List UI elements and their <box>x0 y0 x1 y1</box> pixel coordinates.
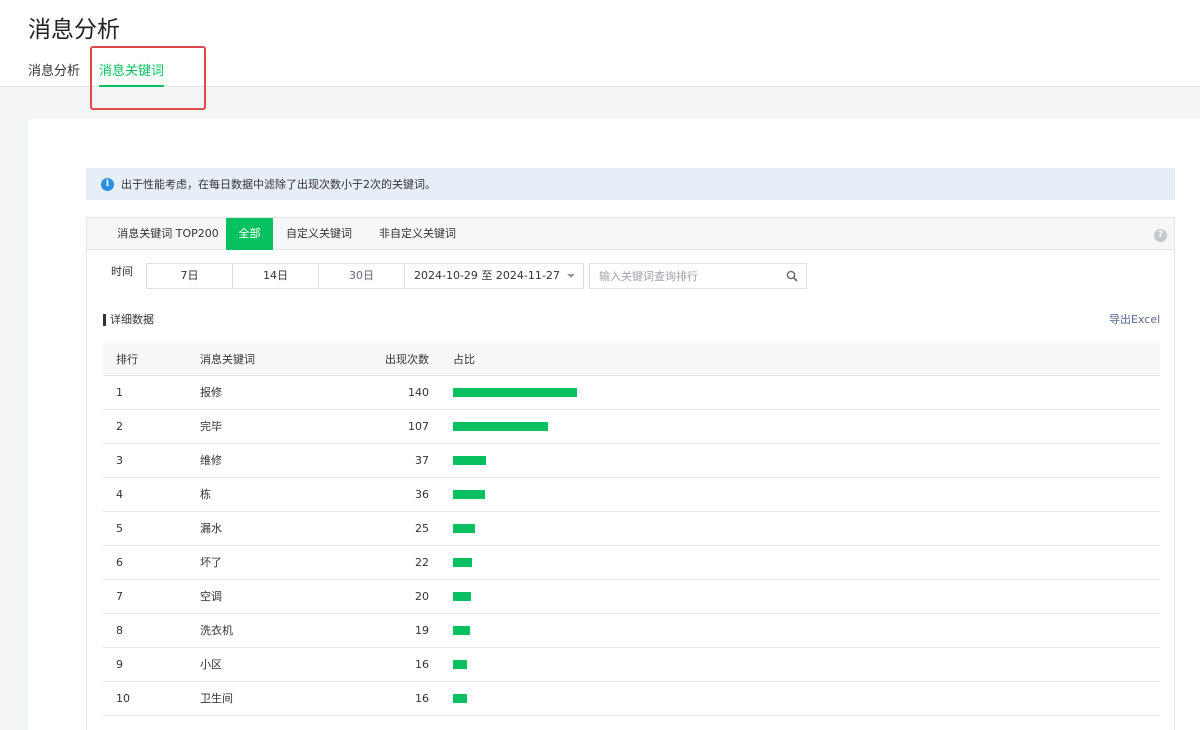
row-keyword: 卫生间 <box>200 692 233 705</box>
ratio-bar <box>453 626 470 635</box>
row-rank: 4 <box>116 488 123 501</box>
notice-text: 出于性能考虑，在每日数据中滤除了出现次数小于2次的关键词。 <box>121 178 436 191</box>
row-rank: 6 <box>116 556 123 569</box>
row-rank: 3 <box>116 454 123 467</box>
ratio-bar-track <box>453 660 633 669</box>
ratio-bar-track <box>453 694 633 703</box>
row-keyword: 坏了 <box>200 556 222 569</box>
ratio-bar-track <box>453 490 633 499</box>
row-count: 20 <box>415 590 429 603</box>
table-row: 1 报修 140 <box>103 376 1160 410</box>
row-keyword: 完毕 <box>200 420 222 433</box>
row-keyword: 空调 <box>200 590 222 603</box>
row-count: 16 <box>415 658 429 671</box>
row-rank: 8 <box>116 624 123 637</box>
ratio-bar-track <box>453 456 633 465</box>
column-header-ratio: 占比 <box>453 353 475 366</box>
search-icon[interactable] <box>786 270 798 282</box>
detail-section-title: 详细数据 <box>103 314 154 326</box>
help-icon[interactable]: ? <box>1154 229 1167 242</box>
row-count: 25 <box>415 522 429 535</box>
keyword-panel: 消息关键词 TOP200 全部 自定义关键词 非自定义关键词 ? 时间 7日 1… <box>86 217 1175 730</box>
row-count: 22 <box>415 556 429 569</box>
row-count: 36 <box>415 488 429 501</box>
row-keyword: 小区 <box>200 658 222 671</box>
row-count: 107 <box>408 420 429 433</box>
range-7d-button[interactable]: 7日 <box>147 264 233 288</box>
page-header: 消息分析 消息分析 消息关键词 <box>0 0 1200 110</box>
ratio-bar <box>453 422 548 431</box>
row-keyword: 漏水 <box>200 522 222 535</box>
column-header-keyword: 消息关键词 <box>200 353 255 366</box>
table-row: 4 栋 36 <box>103 478 1160 512</box>
ratio-bar <box>453 524 476 533</box>
row-keyword: 报修 <box>200 386 222 399</box>
table-row: 9 小区 16 <box>103 648 1160 682</box>
range-14d-button[interactable]: 14日 <box>233 264 319 288</box>
info-notice: i 出于性能考虑，在每日数据中滤除了出现次数小于2次的关键词。 <box>86 168 1175 200</box>
ratio-bar-track <box>453 558 633 567</box>
table-body: 1 报修 140 2 完毕 107 3 维修 37 4 栋 36 5 漏水 25 6 坏了 22 7 空调 20 8 洗衣机… <box>103 376 1160 716</box>
row-keyword: 栋 <box>200 488 211 501</box>
time-range-selector: 7日 14日 30日 2024-10-29 至 2024-11-27 <box>146 263 584 289</box>
table-row: 2 完毕 107 <box>103 410 1160 444</box>
row-count: 37 <box>415 454 429 467</box>
row-rank: 2 <box>116 420 123 433</box>
ratio-bar <box>453 558 473 567</box>
subtab-top200[interactable]: 消息关键词 TOP200 <box>99 218 237 250</box>
ratio-bar <box>453 694 468 703</box>
ratio-bar <box>453 490 485 499</box>
subtab-all[interactable]: 全部 <box>226 218 273 250</box>
content-card: i 出于性能考虑，在每日数据中滤除了出现次数小于2次的关键词。 消息关键词 TO… <box>28 119 1200 730</box>
row-keyword: 洗衣机 <box>200 624 233 637</box>
row-rank: 5 <box>116 522 123 535</box>
row-rank: 10 <box>116 692 130 705</box>
row-rank: 1 <box>116 386 123 399</box>
subtab-non-custom-keywords[interactable]: 非自定义关键词 <box>370 218 465 250</box>
range-30d-button[interactable]: 30日 <box>319 264 405 288</box>
table-row: 6 坏了 22 <box>103 546 1160 580</box>
ratio-bar <box>453 592 471 601</box>
ratio-bar <box>453 660 468 669</box>
ratio-bar-track <box>453 422 633 431</box>
keyword-table: 排行 消息关键词 出现次数 占比 1 报修 140 2 完毕 107 3 维修 37 4 栋 36 5 漏… <box>103 343 1160 716</box>
ratio-bar-track <box>453 388 633 397</box>
keyword-filter-tabs: 消息关键词 TOP200 全部 自定义关键词 非自定义关键词 ? <box>87 218 1174 250</box>
row-count: 140 <box>408 386 429 399</box>
table-row: 7 空调 20 <box>103 580 1160 614</box>
time-label: 时间 <box>111 265 133 278</box>
ratio-bar-track <box>453 524 633 533</box>
row-count: 19 <box>415 624 429 637</box>
column-header-count: 出现次数 <box>385 353 429 366</box>
table-row: 5 漏水 25 <box>103 512 1160 546</box>
table-row: 8 洗衣机 19 <box>103 614 1160 648</box>
tab-message-analysis[interactable]: 消息分析 <box>28 60 80 87</box>
export-excel-link[interactable]: 导出Excel <box>1109 314 1160 326</box>
page-title: 消息分析 <box>28 17 120 43</box>
date-range-value: 2024-10-29 至 2024-11-27 <box>414 269 560 282</box>
row-rank: 7 <box>116 590 123 603</box>
subtab-custom-keywords[interactable]: 自定义关键词 <box>278 218 360 250</box>
row-rank: 9 <box>116 658 123 671</box>
caret-down-icon <box>567 274 575 278</box>
table-row: 10 卫生间 16 <box>103 682 1160 716</box>
keyword-search-input[interactable] <box>589 263 807 289</box>
ratio-bar <box>453 456 486 465</box>
info-icon: i <box>101 177 114 191</box>
ratio-bar-track <box>453 626 633 635</box>
row-keyword: 维修 <box>200 454 222 467</box>
date-range-picker[interactable]: 2024-10-29 至 2024-11-27 <box>405 264 583 288</box>
table-header: 排行 消息关键词 出现次数 占比 <box>103 343 1160 376</box>
table-row: 3 维修 37 <box>103 444 1160 478</box>
ratio-bar-track <box>453 592 633 601</box>
row-count: 16 <box>415 692 429 705</box>
ratio-bar <box>453 388 577 397</box>
column-header-rank: 排行 <box>116 353 138 366</box>
highlight-annotation-box <box>90 46 206 110</box>
